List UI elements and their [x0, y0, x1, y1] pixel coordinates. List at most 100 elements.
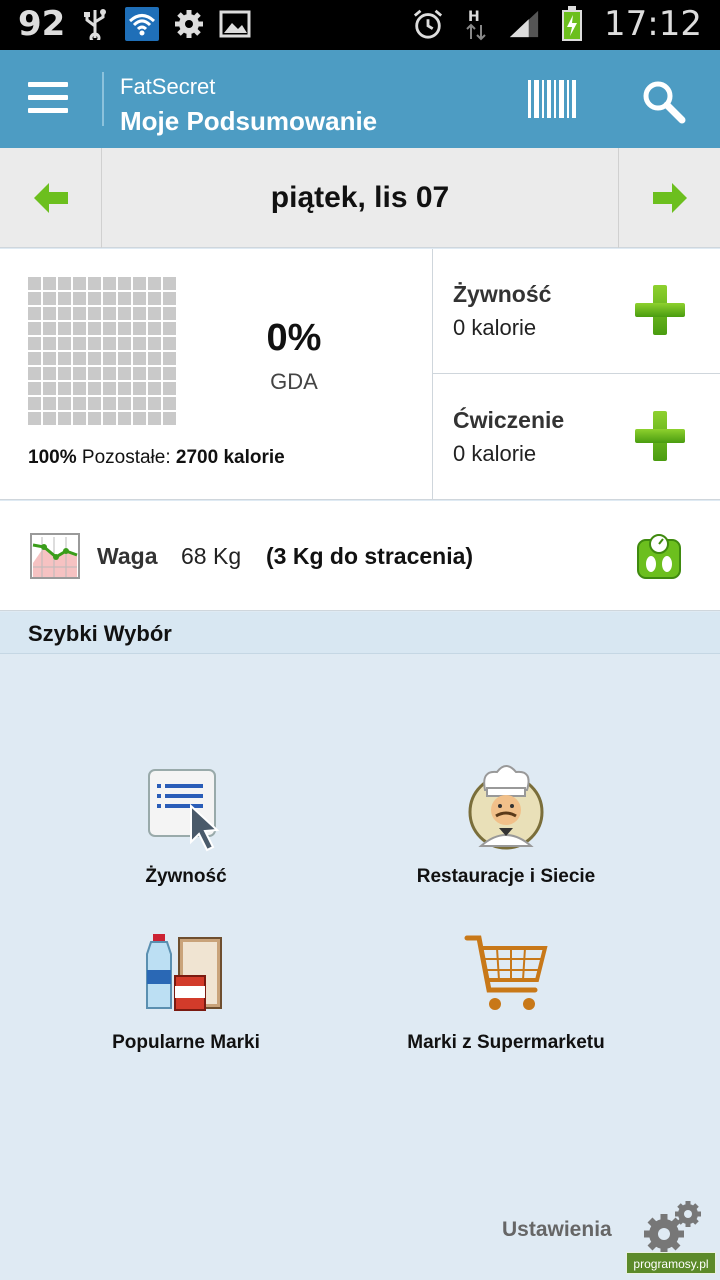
- weight-chart-icon: [30, 533, 80, 579]
- gda-grid-cell: [118, 352, 131, 365]
- app-bar: FatSecret Moje Podsumowanie: [0, 50, 720, 148]
- gda-grid-cell: [103, 412, 116, 425]
- gda-grid-cell: [88, 322, 101, 335]
- quick-item-supermarket[interactable]: Marki z Supermarketu: [356, 928, 656, 1054]
- notification-count: 92: [18, 4, 66, 44]
- gda-grid-cell: [73, 337, 86, 350]
- wifi-icon: [125, 7, 160, 41]
- gda-grid-cell: [163, 292, 176, 305]
- gda-grid-cell: [118, 322, 131, 335]
- gda-grid-cell: [28, 322, 41, 335]
- app-name: FatSecret: [120, 74, 216, 99]
- status-bar: 92 H 17:12: [0, 0, 720, 50]
- gda-grid-cell: [88, 382, 101, 395]
- gda-grid-cell: [118, 292, 131, 305]
- arrow-right-icon: [652, 183, 687, 213]
- gda-grid-cell: [88, 307, 101, 320]
- gda-grid-cell: [133, 367, 146, 380]
- remaining-percent: 100%: [28, 447, 77, 468]
- gda-grid-cell: [103, 367, 116, 380]
- menu-icon[interactable]: [28, 82, 68, 116]
- gda-grid-cell: [163, 277, 176, 290]
- gda-grid-cell: [103, 292, 116, 305]
- exercise-entry[interactable]: Ćwiczenie 0 kalorie: [433, 375, 720, 500]
- search-icon[interactable]: [640, 78, 686, 124]
- gda-grid-cell: [118, 382, 131, 395]
- gda-grid-cell: [103, 352, 116, 365]
- weight-row[interactable]: Waga 68 Kg (3 Kg do stracenia): [0, 501, 720, 611]
- scale-icon[interactable]: [636, 532, 682, 580]
- gda-grid-cell: [43, 412, 56, 425]
- current-date[interactable]: piątek, lis 07: [102, 148, 618, 248]
- add-food-plus-icon[interactable]: [635, 285, 685, 335]
- weight-goal: (3 Kg do stracenia): [266, 543, 474, 569]
- gda-grid-cell: [28, 337, 41, 350]
- add-exercise-plus-icon[interactable]: [635, 411, 685, 461]
- barcode-icon[interactable]: [528, 80, 576, 118]
- gda-grid-cell: [103, 382, 116, 395]
- gda-grid-cell: [28, 367, 41, 380]
- gda-grid-cell: [133, 292, 146, 305]
- gda-grid-cell: [148, 397, 161, 410]
- weight-label: Waga: [97, 543, 158, 569]
- clock: 17:12: [604, 4, 702, 44]
- quick-item-label: Popularne Marki: [112, 1032, 260, 1053]
- previous-day-button[interactable]: [0, 148, 102, 248]
- gda-grid-cell: [58, 292, 71, 305]
- gda-grid-cell: [118, 367, 131, 380]
- food-entry[interactable]: Żywność 0 kalorie: [433, 249, 720, 374]
- exercise-calories: 0 kalorie: [453, 441, 537, 466]
- quick-selection-header: Szybki Wybór: [0, 612, 720, 654]
- alarm-icon: [412, 8, 444, 40]
- remaining-value: 2700 kalorie: [175, 447, 285, 468]
- gda-grid-cell: [43, 292, 56, 305]
- gda-grid-cell: [118, 337, 131, 350]
- gda-grid-cell: [43, 367, 56, 380]
- gda-grid-cell: [73, 307, 86, 320]
- gda-grid-cell: [88, 277, 101, 290]
- page-title: Moje Podsumowanie: [120, 106, 378, 136]
- gda-grid-cell: [28, 382, 41, 395]
- gda-label: GDA: [270, 369, 318, 394]
- gda-grid-cell: [58, 367, 71, 380]
- gda-grid-cell: [43, 307, 56, 320]
- quick-item-food[interactable]: Żywność: [36, 762, 336, 888]
- gda-grid-cell: [133, 277, 146, 290]
- appbar-divider: [102, 72, 104, 126]
- gda-grid-cell: [103, 277, 116, 290]
- food-list-icon: [141, 762, 231, 852]
- gda-grid-cell: [148, 352, 161, 365]
- watermark: programosy.pl: [626, 1252, 716, 1274]
- gda-percent: 0%: [266, 317, 322, 359]
- gda-grid-cell: [88, 352, 101, 365]
- gda-grid-cell: [103, 307, 116, 320]
- gda-grid-cell: [133, 337, 146, 350]
- gda-grid-cell: [88, 367, 101, 380]
- shopping-cart-icon: [461, 928, 551, 1018]
- signal-icon: [508, 8, 540, 40]
- gda-grid-cell: [58, 277, 71, 290]
- remaining-calories: 100% Pozostałe: 2700 kalorie: [28, 447, 285, 469]
- next-day-button[interactable]: [618, 148, 720, 248]
- gda-grid-cell: [133, 382, 146, 395]
- usb-icon: [79, 8, 111, 40]
- exercise-title: Ćwiczenie: [453, 407, 565, 433]
- gda-grid-cell: [133, 322, 146, 335]
- remaining-label: Pozostałe:: [81, 447, 171, 468]
- brands-icon: [141, 928, 231, 1018]
- quick-item-label: Restauracje i Siecie: [416, 866, 596, 887]
- gda-grid-cell: [28, 412, 41, 425]
- gda-grid-cell: [58, 337, 71, 350]
- gda-grid-cell: [58, 382, 71, 395]
- gda-grid-cell: [73, 292, 86, 305]
- gda-grid-cell: [103, 337, 116, 350]
- gda-grid-cell: [118, 397, 131, 410]
- gda-grid-cell: [43, 277, 56, 290]
- settings-link[interactable]: Ustawienia: [502, 1218, 612, 1242]
- network-h-icon: H: [460, 8, 492, 41]
- gda-grid-cell: [73, 397, 86, 410]
- quick-item-popular-brands[interactable]: Popularne Marki: [36, 928, 336, 1054]
- quick-item-restaurants[interactable]: Restauracje i Siecie: [356, 762, 656, 888]
- gears-icon[interactable]: [640, 1198, 706, 1256]
- gda-grid-cell: [43, 322, 56, 335]
